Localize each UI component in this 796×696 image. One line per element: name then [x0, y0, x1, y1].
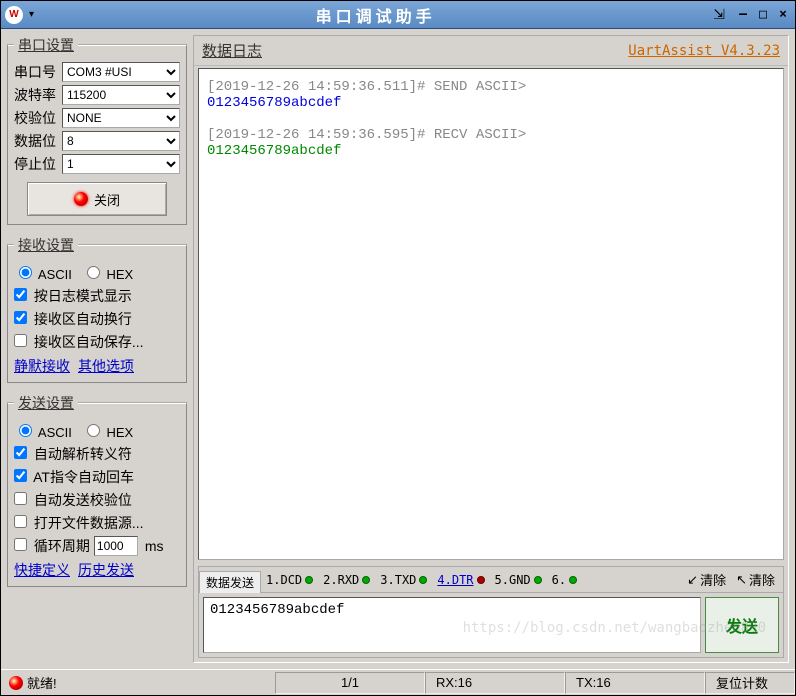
recv-settings-panel: 接收设置 ASCII HEX 按日志模式显示 接收区自动换行 接收区自动保存..… [7, 235, 187, 383]
signal-label: 2.RXD [323, 573, 359, 587]
auto-wrap-checkbox[interactable]: 接收区自动换行 [14, 309, 132, 329]
baud-select[interactable]: 115200 [62, 85, 180, 105]
send-settings-legend: 发送设置 [14, 393, 78, 413]
history-send-link[interactable]: 历史发送 [78, 560, 134, 580]
quick-define-link[interactable]: 快捷定义 [14, 560, 70, 580]
silent-recv-link[interactable]: 静默接收 [14, 356, 70, 376]
status-tx: TX:16 [565, 672, 705, 694]
recv-settings-legend: 接收设置 [14, 235, 78, 255]
signal-label: 6. [552, 573, 566, 587]
signal-dot-icon [534, 576, 542, 584]
close-port-label: 关闭 [94, 190, 120, 209]
clear-left-button[interactable]: ↙ 清除 [683, 568, 730, 591]
signal-label: 1.DCD [266, 573, 302, 587]
port-settings-panel: 串口设置 串口号 COM3 #USI 波特率 115200 校验位 NONE 数… [7, 35, 187, 225]
record-icon [74, 192, 88, 206]
recv-ascii-radio[interactable]: ASCII [14, 263, 72, 282]
loop-unit: ms [145, 538, 164, 554]
signal-6: 6. [547, 573, 582, 587]
recv-hex-radio[interactable]: HEX [82, 263, 133, 282]
send-button[interactable]: 发送 [705, 597, 779, 653]
signal-1DCD: 1.DCD [261, 573, 318, 587]
send-settings-panel: 发送设置 ASCII HEX 自动解析转义符 AT指令自动回车 自动发送校验位 … [7, 393, 187, 587]
port-label: 串口号 [14, 62, 58, 82]
signal-4DTR[interactable]: 4.DTR [432, 573, 489, 587]
signal-label: 4.DTR [437, 573, 473, 587]
signal-dot-icon [569, 576, 577, 584]
log-send-timestamp: [2019-12-26 14:59:36.511]# SEND ASCII> [207, 79, 526, 95]
send-hex-radio[interactable]: HEX [82, 421, 133, 440]
baud-label: 波特率 [14, 85, 58, 105]
version-label[interactable]: UartAssist V4.3.23 [628, 43, 780, 59]
ready-icon [9, 676, 23, 690]
window-title: 串口调试助手 [38, 3, 713, 27]
status-ready: 就绪! [27, 673, 57, 692]
port-select[interactable]: COM3 #USI [62, 62, 180, 82]
status-reset-button[interactable]: 复位计数 [705, 672, 795, 694]
signal-dot-icon [419, 576, 427, 584]
parity-select[interactable]: NONE [62, 108, 180, 128]
loop-period-input[interactable] [94, 536, 138, 556]
signal-label: 3.TXD [380, 573, 416, 587]
app-icon: W [5, 6, 23, 24]
log-send-data: 0123456789abcdef [207, 95, 341, 111]
at-cr-checkbox[interactable]: AT指令自动回车 [14, 467, 134, 487]
log-header: 数据日志 [202, 40, 262, 61]
minimize-button[interactable]: – [735, 7, 751, 23]
auto-chk-checkbox[interactable]: 自动发送校验位 [14, 490, 132, 510]
close-port-button[interactable]: 关闭 [27, 182, 167, 216]
log-mode-checkbox[interactable]: 按日志模式显示 [14, 286, 132, 306]
send-tab[interactable]: 数据发送 [199, 571, 261, 593]
statusbar: 就绪! 1/1 RX:16 TX:16 复位计数 [1, 669, 795, 695]
signal-3TXD: 3.TXD [375, 573, 432, 587]
signal-5GND: 5.GND [490, 573, 547, 587]
parity-label: 校验位 [14, 108, 58, 128]
status-rx: RX:16 [425, 672, 565, 694]
titlebar: W ▾ 串口调试助手 ⇲ – □ × [1, 1, 795, 29]
loop-checkbox[interactable]: 循环周期 [14, 536, 90, 556]
stopbits-label: 停止位 [14, 154, 58, 174]
signal-label: 5.GND [495, 573, 531, 587]
signal-dot-icon [305, 576, 313, 584]
send-ascii-radio[interactable]: ASCII [14, 421, 72, 440]
menu-dropdown-icon[interactable]: ▾ [29, 9, 34, 20]
pin-icon[interactable]: ⇲ [713, 6, 725, 23]
auto-save-checkbox[interactable]: 接收区自动保存... [14, 332, 144, 352]
databits-select[interactable]: 8 [62, 131, 180, 151]
log-recv-timestamp: [2019-12-26 14:59:36.595]# RECV ASCII> [207, 127, 526, 143]
open-file-checkbox[interactable]: 打开文件数据源... [14, 513, 144, 533]
signal-dot-icon [477, 576, 485, 584]
log-recv-data: 0123456789abcdef [207, 143, 341, 159]
log-area: [2019-12-26 14:59:36.511]# SEND ASCII> 0… [198, 68, 784, 560]
status-progress: 1/1 [275, 672, 425, 694]
signal-2RXD: 2.RXD [318, 573, 375, 587]
clear-up-button[interactable]: ↖ 清除 [732, 568, 779, 591]
other-options-link[interactable]: 其他选项 [78, 356, 134, 376]
escape-checkbox[interactable]: 自动解析转义符 [14, 444, 132, 464]
send-input[interactable]: 0123456789abcdef [203, 597, 701, 653]
databits-label: 数据位 [14, 131, 58, 151]
signal-dot-icon [362, 576, 370, 584]
maximize-button[interactable]: □ [755, 7, 771, 23]
port-settings-legend: 串口设置 [14, 35, 78, 55]
stopbits-select[interactable]: 1 [62, 154, 180, 174]
close-button[interactable]: × [775, 7, 791, 23]
